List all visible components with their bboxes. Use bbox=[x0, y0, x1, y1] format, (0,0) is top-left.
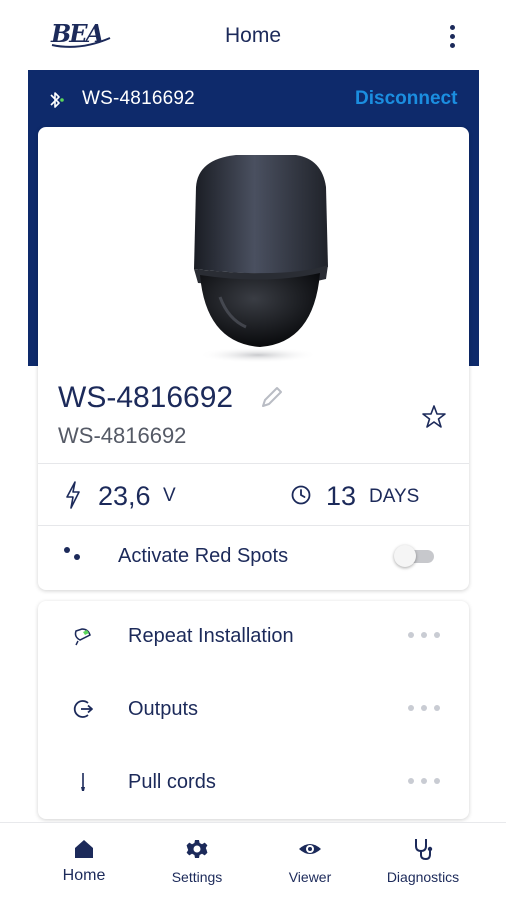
days-value: 13 bbox=[326, 481, 357, 511]
action-label: Repeat Installation bbox=[128, 625, 294, 647]
app-bar: BEA Home bbox=[0, 0, 506, 70]
more-options-icon[interactable] bbox=[440, 22, 464, 50]
connected-device-id: WS-4816692 bbox=[82, 88, 195, 109]
action-pull-cords[interactable]: Pull cords bbox=[38, 747, 469, 819]
action-label: Outputs bbox=[128, 698, 199, 720]
pull-cord-icon bbox=[81, 773, 85, 791]
action-label: Pull cords bbox=[128, 771, 216, 793]
bluetooth-icon bbox=[50, 92, 64, 108]
more-dots-icon[interactable] bbox=[408, 632, 440, 640]
red-spots-label: Activate Red Spots bbox=[118, 545, 289, 567]
divider bbox=[38, 525, 469, 526]
star-icon[interactable] bbox=[421, 404, 447, 430]
voltage-unit: V bbox=[163, 485, 176, 506]
device-card: WS-4816692 WS-4816692 23,6 V 13 DAYS Act… bbox=[38, 127, 469, 590]
nav-label: Viewer bbox=[288, 869, 332, 885]
nav-label: Diagnostics bbox=[386, 869, 460, 885]
home-icon bbox=[75, 840, 93, 858]
eye-icon bbox=[299, 844, 321, 854]
device-subtitle: WS-4816692 bbox=[58, 423, 187, 448]
more-dots-icon[interactable] bbox=[408, 778, 440, 786]
nav-label: Home bbox=[62, 867, 106, 884]
nav-label: Settings bbox=[171, 869, 223, 885]
days-unit: DAYS bbox=[369, 486, 420, 507]
voltage-value: 23,6 bbox=[98, 481, 151, 511]
more-dots-icon[interactable] bbox=[408, 705, 440, 713]
device-name: WS-4816692 bbox=[58, 381, 234, 414]
outputs-icon bbox=[73, 700, 93, 718]
red-spots-toggle[interactable] bbox=[394, 545, 436, 567]
nav-home[interactable]: Home bbox=[21, 823, 147, 901]
divider bbox=[38, 463, 469, 464]
sensor-image bbox=[194, 155, 328, 363]
nav-viewer[interactable]: Viewer bbox=[247, 823, 373, 901]
pencil-icon[interactable] bbox=[258, 383, 286, 411]
nav-diagnostics[interactable]: Diagnostics bbox=[360, 823, 486, 901]
action-outputs[interactable]: Outputs bbox=[38, 674, 469, 746]
stethoscope-icon bbox=[415, 839, 433, 861]
gear-icon bbox=[186, 840, 208, 858]
action-repeat-installation[interactable]: Repeat Installation bbox=[38, 601, 469, 673]
page-title: Home bbox=[224, 24, 282, 47]
red-spots-icon bbox=[64, 547, 80, 560]
clock-icon bbox=[291, 485, 311, 505]
disconnect-button[interactable]: Disconnect bbox=[355, 88, 457, 110]
installation-icon bbox=[74, 628, 91, 646]
nav-settings[interactable]: Settings bbox=[134, 823, 260, 901]
bottom-navigation: Home Settings Viewer Diagnostics bbox=[0, 822, 506, 901]
actions-card: Repeat Installation Outputs Pull cords bbox=[38, 601, 469, 819]
toggle-thumb bbox=[394, 545, 416, 567]
lightning-icon bbox=[66, 481, 80, 509]
